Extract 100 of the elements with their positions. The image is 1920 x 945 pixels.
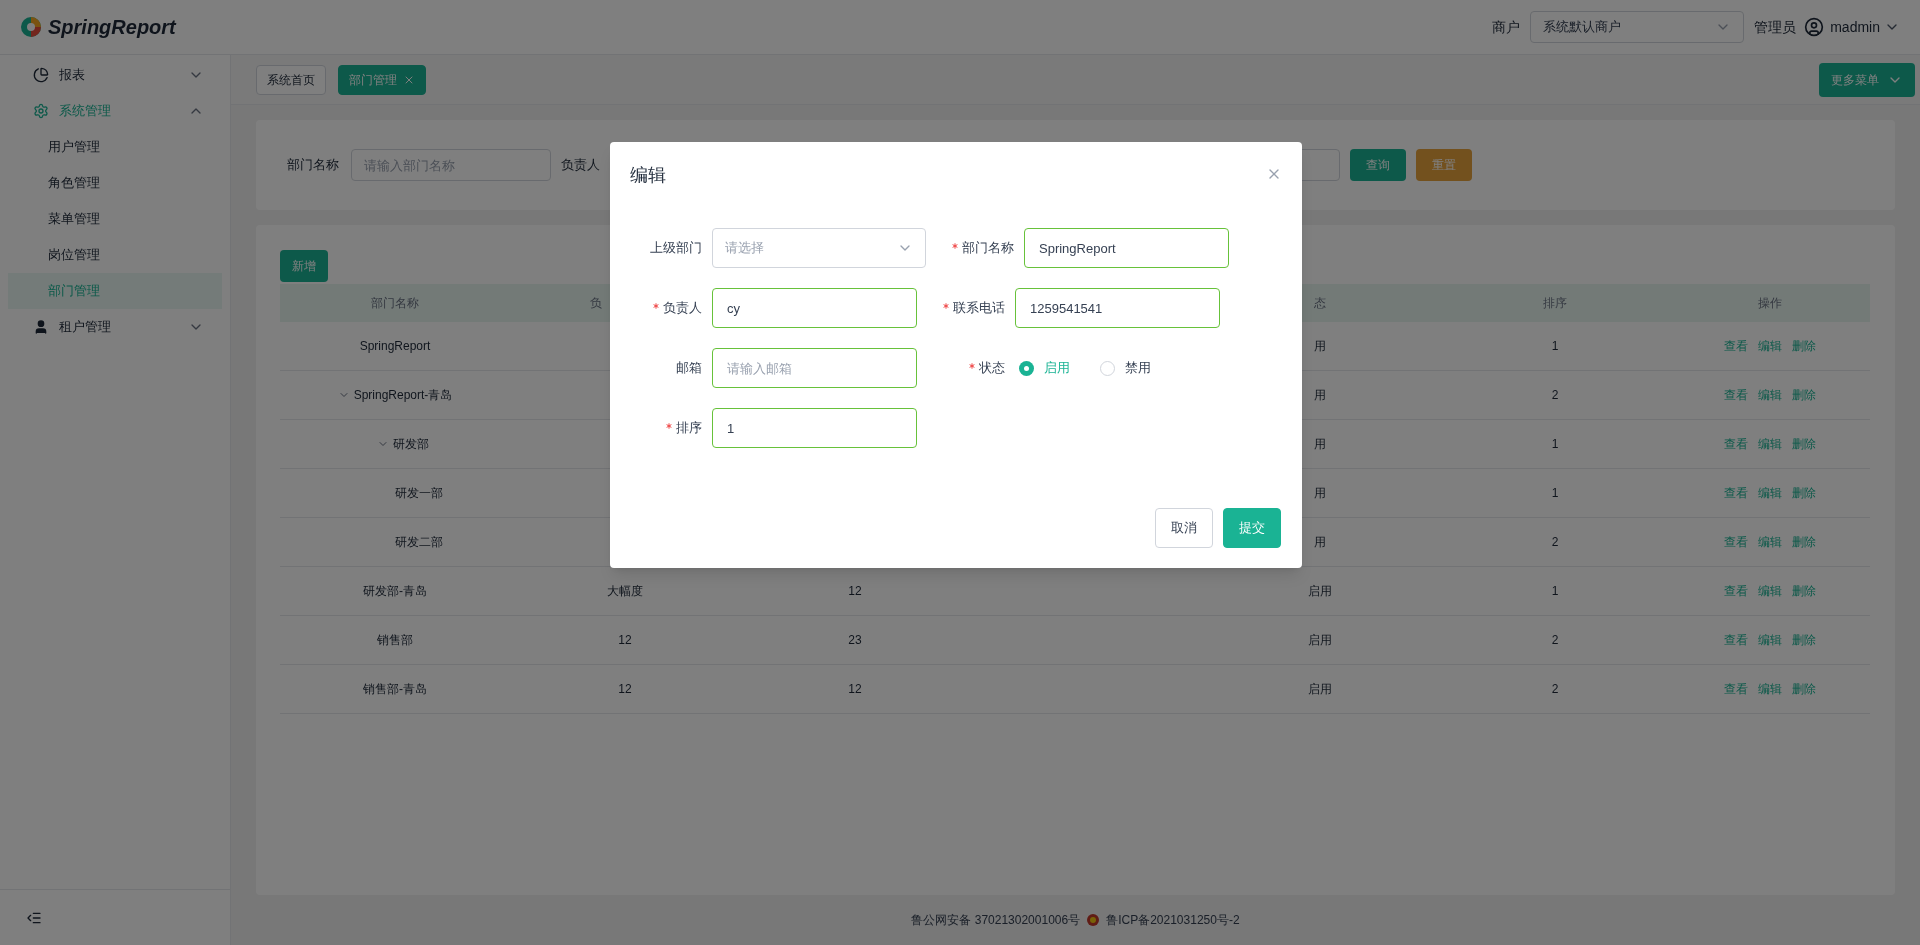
table-cell-text: 12 bbox=[848, 583, 862, 600]
dialog-button[interactable]: 提交 bbox=[1223, 508, 1281, 548]
form-label: 排序 bbox=[676, 419, 702, 438]
row-action-link[interactable]: 编辑 bbox=[1758, 631, 1782, 649]
sidebar-sub-item[interactable]: 部门管理 bbox=[8, 273, 222, 309]
table-cell-text: 大幅度 bbox=[607, 583, 643, 600]
form-label: 部门名称 bbox=[962, 239, 1014, 258]
row-action-link[interactable]: 删除 bbox=[1792, 484, 1816, 502]
search-action-button[interactable]: 查询 bbox=[1350, 149, 1406, 181]
user-icon bbox=[33, 319, 49, 335]
settings-icon bbox=[33, 103, 49, 119]
row-action-link[interactable]: 删除 bbox=[1792, 337, 1816, 355]
column-header: 态 bbox=[1314, 295, 1326, 312]
row-action-link[interactable]: 删除 bbox=[1792, 680, 1816, 698]
search-label: 负责人 bbox=[561, 156, 600, 175]
select-field[interactable]: 请选择 bbox=[712, 228, 926, 268]
row-action-link[interactable]: 查看 bbox=[1724, 680, 1748, 698]
row-action-link[interactable]: 删除 bbox=[1792, 533, 1816, 551]
row-action-link[interactable]: 查看 bbox=[1724, 435, 1748, 453]
table-cell-text: 12 bbox=[618, 681, 632, 698]
dialog-button[interactable]: 取消 bbox=[1155, 508, 1213, 548]
user-menu[interactable]: madmin bbox=[1830, 17, 1900, 37]
form-label: 负责人 bbox=[663, 299, 702, 318]
page-tab[interactable]: 部门管理 bbox=[338, 64, 426, 95]
dialog-title: 编辑 bbox=[630, 164, 666, 187]
radio-checked-icon bbox=[1019, 360, 1034, 376]
sidebar-menu-item[interactable]: 租户管理 bbox=[0, 309, 230, 345]
table-cell-text: 研发一部 bbox=[395, 485, 443, 502]
text-field[interactable]: 1 bbox=[712, 408, 917, 448]
row-action-link[interactable]: 查看 bbox=[1724, 386, 1748, 404]
table-cell-text: 用 bbox=[1314, 338, 1326, 355]
row-action-link[interactable]: 编辑 bbox=[1758, 533, 1782, 551]
table-cell-text: SpringReport bbox=[359, 338, 431, 355]
text-field[interactable]: 请输入邮箱 bbox=[712, 348, 917, 388]
add-button[interactable]: 新增 bbox=[280, 250, 328, 282]
footer-record-link[interactable]: 鲁ICP备2021031250号-2 bbox=[1106, 911, 1240, 929]
sidebar-sub-item[interactable]: 岗位管理 bbox=[8, 237, 222, 273]
pie-chart-icon bbox=[33, 67, 49, 83]
more-menu-button[interactable]: 更多菜单 bbox=[1819, 62, 1915, 97]
form-label: 邮箱 bbox=[676, 359, 702, 378]
logo-text: SpringReport bbox=[48, 15, 176, 40]
table-cell-text: 销售部-青岛 bbox=[363, 681, 427, 698]
radio-option[interactable]: 启用 bbox=[1019, 358, 1070, 378]
sidebar-sub-item[interactable]: 用户管理 bbox=[8, 129, 222, 165]
sidebar-menu-item[interactable]: 系统管理 bbox=[0, 93, 230, 129]
required-asterisk-icon bbox=[943, 303, 949, 309]
form-label: 上级部门 bbox=[650, 239, 702, 258]
row-action-link[interactable]: 删除 bbox=[1792, 631, 1816, 649]
row-action-link[interactable]: 编辑 bbox=[1758, 484, 1782, 502]
sidebar-menu-item[interactable]: 报表 bbox=[0, 57, 230, 93]
table-cell-text: 1 bbox=[1551, 485, 1559, 502]
row-action-link[interactable]: 编辑 bbox=[1758, 337, 1782, 355]
footer-record-text: 鲁公网安备 37021302001006号 bbox=[911, 912, 1081, 929]
table-cell-text: 1 bbox=[1551, 583, 1559, 600]
row-action-link[interactable]: 删除 bbox=[1792, 386, 1816, 404]
row-action-link[interactable]: 查看 bbox=[1724, 582, 1748, 600]
row-action-link[interactable]: 编辑 bbox=[1758, 386, 1782, 404]
table-cell-text: 12 bbox=[618, 632, 632, 649]
radio-unchecked-icon bbox=[1100, 360, 1115, 376]
merchant-select[interactable]: 系统默认商户 bbox=[1530, 11, 1745, 43]
row-action-link[interactable]: 查看 bbox=[1724, 533, 1748, 551]
form-label: 状态 bbox=[979, 359, 1005, 378]
table-cell-text: 2 bbox=[1551, 632, 1559, 649]
row-action-link[interactable]: 删除 bbox=[1792, 435, 1816, 453]
table-cell-text: 用 bbox=[1314, 534, 1326, 551]
table-cell-text: 启用 bbox=[1308, 583, 1332, 600]
row-action-link[interactable]: 查看 bbox=[1724, 484, 1748, 502]
row-action-link[interactable]: 编辑 bbox=[1758, 582, 1782, 600]
table-cell-text: 2 bbox=[1551, 681, 1559, 698]
row-action-link[interactable]: 删除 bbox=[1792, 582, 1816, 600]
table-cell-text: 1 bbox=[1551, 338, 1559, 355]
sidebar-sub-item[interactable]: 角色管理 bbox=[8, 165, 222, 201]
search-action-button[interactable]: 重置 bbox=[1416, 149, 1472, 181]
sidebar-sub-item[interactable]: 菜单管理 bbox=[8, 201, 222, 237]
text-field[interactable]: cy bbox=[712, 288, 917, 328]
table-cell-text: 23 bbox=[848, 632, 862, 649]
table-cell-text: 用 bbox=[1314, 436, 1326, 453]
radio-option[interactable]: 禁用 bbox=[1100, 358, 1151, 378]
merchant-label: 商户 bbox=[1492, 18, 1521, 37]
table-cell-text: 研发部 bbox=[393, 436, 429, 453]
row-action-link[interactable]: 编辑 bbox=[1758, 435, 1782, 453]
row-action-link[interactable]: 编辑 bbox=[1758, 680, 1782, 698]
logo-icon bbox=[20, 16, 42, 38]
row-action-link[interactable]: 查看 bbox=[1724, 337, 1748, 355]
column-header: 排序 bbox=[1543, 295, 1567, 312]
table-cell-text: 研发部-青岛 bbox=[363, 583, 427, 600]
text-field[interactable]: SpringReport bbox=[1024, 228, 1229, 268]
emblem-icon bbox=[1086, 913, 1101, 927]
page-tab[interactable]: 系统首页 bbox=[256, 64, 326, 95]
column-header: 操作 bbox=[1758, 295, 1782, 312]
table-cell-text: 12 bbox=[848, 681, 862, 698]
form-label: 联系电话 bbox=[953, 299, 1005, 318]
table-cell-text: 1 bbox=[1551, 436, 1559, 453]
required-asterisk-icon bbox=[952, 243, 958, 249]
table-cell-text: 研发二部 bbox=[395, 534, 443, 551]
table-cell-text: 2 bbox=[1551, 387, 1559, 404]
required-asterisk-icon bbox=[653, 303, 659, 309]
text-field[interactable]: 1259541541 bbox=[1015, 288, 1220, 328]
row-action-link[interactable]: 查看 bbox=[1724, 631, 1748, 649]
table-cell-text: 启用 bbox=[1308, 632, 1332, 649]
